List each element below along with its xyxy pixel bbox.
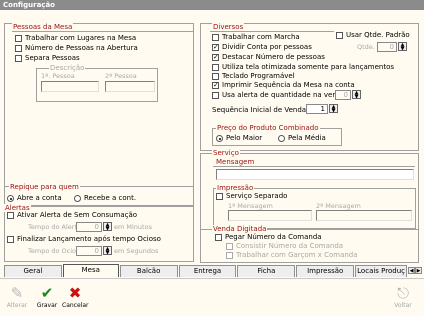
pessoas-title: Pessoas da Mesa [12, 23, 74, 31]
alerta-qtd-input[interactable]: 0 [335, 90, 351, 100]
pela-media-radio[interactable]: Pela Média [278, 134, 326, 143]
checkbox-box [15, 35, 22, 42]
checkbox-box [7, 236, 14, 243]
qtde-label: Qtde. [357, 43, 375, 51]
pelo-maior-radio[interactable]: Pelo Maior [216, 134, 262, 143]
numero-pessoas-checkbox[interactable]: Número de Pessoas na Abertura [15, 44, 138, 53]
segunda-pessoa-label: 2ª Pessoa [105, 72, 137, 80]
radio-dot [278, 135, 285, 142]
abre-conta-radio[interactable]: Abre a conta [7, 194, 62, 203]
segunda-pessoa-input[interactable] [105, 81, 155, 92]
segunda-mensagem-input[interactable] [316, 210, 412, 221]
checkbox-box [226, 243, 233, 250]
pegar-numero-checkbox[interactable]: Pegar Número da Comanda [215, 233, 322, 242]
tab-scroll-left-icon[interactable]: ◀ [408, 267, 416, 274]
usar-qtde-padrao-checkbox[interactable]: Usar Qtde. Padrão [336, 31, 410, 40]
radio-dot [216, 135, 223, 142]
radio-dot [74, 195, 81, 202]
pencil-icon: ✎ [10, 284, 24, 302]
radio-dot [7, 195, 14, 202]
diversos-title: Diversos [212, 23, 245, 31]
sequencia-spinner[interactable]: ▲ ▼ [329, 104, 338, 114]
voltar-button[interactable]: ⎋ Voltar [390, 284, 416, 314]
tab-scroll-right-icon[interactable]: ▶ [415, 267, 422, 274]
primeira-pessoa-input[interactable] [41, 81, 99, 92]
qtde-input[interactable]: 0 [377, 42, 397, 52]
checkbox-box [212, 53, 219, 62]
tempo-ocioso-spinner[interactable]: ▲ ▼ [103, 246, 112, 256]
em-segundos-label: em Segundos [114, 247, 159, 255]
tab-entrega[interactable]: Entrega [178, 265, 237, 277]
checkbox-box [212, 92, 219, 99]
mensagem-title: Mensagem [215, 158, 256, 166]
gravar-button[interactable]: ✔ Gravar [34, 284, 60, 314]
trabalhar-marcha-checkbox[interactable]: Trabalhar com Marcha [212, 33, 300, 42]
checkbox-box [226, 252, 233, 259]
tempo-alerta-spinner[interactable]: ▲ ▼ [103, 222, 112, 232]
imprimir-sequencia-checkbox[interactable]: Imprimir Sequência da Mesa na conta [212, 81, 355, 90]
preco-title: Preço do Produto Combinado [216, 124, 320, 132]
consistir-numero-checkbox[interactable]: Consistir Número da Comanda [226, 242, 343, 251]
teclado-programavel-checkbox[interactable]: Teclado Programável [212, 72, 295, 81]
checkbox-box [212, 64, 219, 71]
checkbox-box [212, 81, 219, 90]
tab-locais-producao[interactable]: Locais Produç [355, 265, 408, 277]
repique-title: Repique para quem [9, 183, 80, 191]
primeira-mensagem-label: 1ª Mensagem [228, 202, 273, 210]
qtde-spinner[interactable]: ▲ ▼ [398, 42, 407, 52]
checkbox-box [212, 73, 219, 80]
servico-separado-checkbox[interactable]: Serviço Separado [216, 192, 287, 201]
checkbox-box [216, 193, 223, 200]
trabalhar-garcom-checkbox[interactable]: Trabalhar com Garçom x Comanda [226, 251, 358, 260]
tab-balcao[interactable]: Balcão [119, 265, 178, 277]
checkbox-box [215, 234, 222, 241]
mensagem-input[interactable] [216, 169, 414, 180]
bottom-toolbar: ✎ Alterar ✔ Gravar ✖ Cancelar ⎋ Voltar [0, 278, 424, 316]
window-title: Configuração [0, 0, 424, 10]
tempo-ocioso-input[interactable]: 0 [76, 246, 102, 256]
primeira-pessoa-label: 1ª. Pessoa [41, 72, 75, 80]
tab-ficha[interactable]: Ficha [237, 265, 296, 277]
sequencia-input[interactable]: 1 [306, 104, 328, 114]
checkbox-box [212, 43, 219, 52]
checkbox-box [7, 212, 14, 219]
finalizar-lancamento-checkbox[interactable]: Finalizar Lançamento após tempo Ocioso [7, 235, 161, 244]
servico-title: Serviço [212, 149, 240, 157]
trabalhar-lugares-checkbox[interactable]: Trabalhar com Lugares na Mesa [15, 34, 136, 43]
destacar-numero-checkbox[interactable]: Destacar Número de pessoas [212, 53, 325, 62]
tab-bar: Geral Mesa Balcão Entrega Ficha Impressã… [4, 264, 422, 277]
tab-impressao[interactable]: Impressão [296, 265, 355, 277]
usa-alerta-qtd-checkbox[interactable]: Usa alerta de quantidade na venda [212, 91, 346, 100]
main-content: Pessoas da Mesa Trabalhar com Lugares na… [0, 10, 424, 264]
segunda-mensagem-label: 2ª Mensagem [316, 202, 361, 210]
impressao-title: Impressão [216, 184, 255, 192]
checkbox-box [212, 34, 219, 41]
em-minutos-label: em Minutos [114, 223, 152, 231]
cancelar-button[interactable]: ✖ Cancelar [62, 284, 88, 314]
exit-door-icon: ⎋ [397, 284, 409, 302]
checkbox-box [15, 45, 22, 52]
venda-title: Venda Digitada [212, 225, 268, 233]
tab-geral[interactable]: Geral [4, 265, 62, 277]
alerta-qtd-spinner[interactable]: ▲ ▼ [352, 90, 361, 100]
tab-mesa[interactable]: Mesa [62, 264, 119, 277]
descricao-title: Descrição [49, 64, 86, 72]
checkbox-box [336, 32, 343, 39]
tempo-alerta-label: Tempo do Alerta [28, 223, 81, 231]
red-x-icon: ✖ [68, 284, 82, 302]
dividir-conta-checkbox[interactable]: Dividir Conta por pessoas [212, 43, 312, 52]
checkmark-icon: ✔ [40, 284, 54, 302]
checkbox-box [15, 55, 22, 62]
alterar-button[interactable]: ✎ Alterar [4, 284, 30, 314]
ativar-alerta-checkbox[interactable]: Ativar Alerta de Sem Consumação [7, 211, 137, 220]
utiliza-tela-checkbox[interactable]: Utiliza tela otimizada somente para lanç… [212, 63, 394, 72]
separa-pessoas-checkbox[interactable]: Separa Pessoas [15, 54, 80, 63]
recebe-conta-radio[interactable]: Recebe a cont. [74, 194, 136, 203]
sequencia-label: Sequência Inicial de Venda: [212, 106, 309, 114]
primeira-mensagem-input[interactable] [228, 210, 312, 221]
tempo-alerta-input[interactable]: 0 [76, 222, 102, 232]
